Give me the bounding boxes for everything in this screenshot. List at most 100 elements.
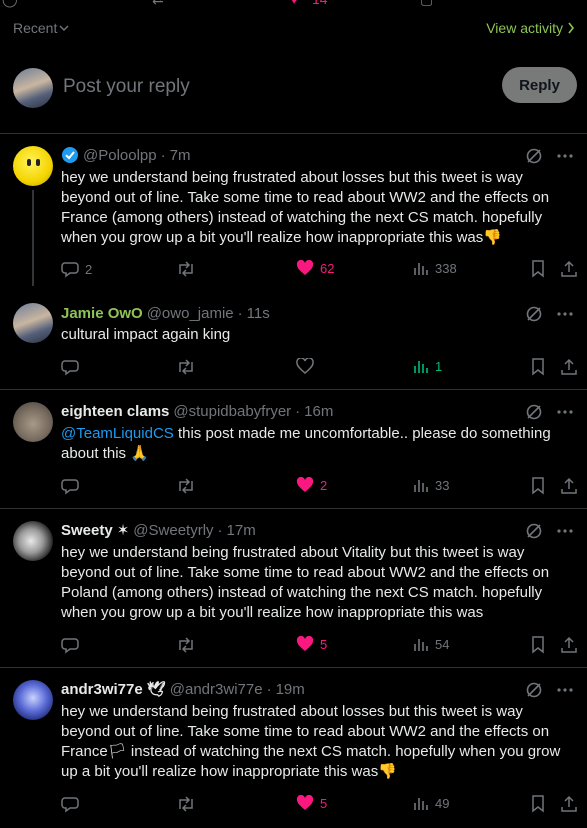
tweet-time[interactable]: 7m <box>170 147 191 164</box>
grok-icon[interactable] <box>525 305 543 323</box>
views-action[interactable]: 1 <box>413 358 442 374</box>
tweet-top-icons <box>525 305 573 323</box>
tweet-time[interactable]: 19m <box>276 681 305 698</box>
share-icon <box>561 260 577 277</box>
reply-input[interactable]: Post your reply <box>63 76 190 98</box>
reply-icon[interactable]: ◯ <box>2 0 18 8</box>
views-action[interactable]: 54 <box>413 636 449 652</box>
views-icon <box>414 361 428 373</box>
retweet-icon <box>179 637 193 653</box>
likes-count: 14 <box>312 0 328 7</box>
like-icon[interactable]: ♥ <box>290 0 298 7</box>
retweet-icon <box>179 359 193 375</box>
tweet-text: hey we understand being frustrated about… <box>61 702 573 782</box>
bookmark-action[interactable] <box>531 477 545 495</box>
tweet-actions: 1 <box>61 358 579 378</box>
bookmark-action[interactable] <box>531 358 545 376</box>
tweet-author-name[interactable]: Sweety <box>61 522 113 539</box>
retweet-action[interactable] <box>176 260 196 278</box>
tweet-handle[interactable]: @Sweetyrly <box>133 522 213 539</box>
bookmark-action[interactable] <box>531 636 545 654</box>
more-icon[interactable] <box>557 529 573 533</box>
bookmark-icon[interactable]: ▢ <box>420 0 433 8</box>
like-action[interactable]: 5 <box>296 795 327 811</box>
tweet-top-icons <box>525 403 573 421</box>
view-activity-link[interactable]: View activity <box>486 20 575 36</box>
reply-action[interactable] <box>61 795 79 813</box>
more-icon[interactable] <box>557 688 573 692</box>
like-count: 5 <box>320 795 328 811</box>
grok-icon[interactable] <box>525 522 543 540</box>
reply-icon <box>61 638 79 654</box>
view-count: 33 <box>435 477 450 493</box>
sort-label: Recent <box>13 20 58 36</box>
avatar[interactable] <box>13 68 53 108</box>
separator: · <box>237 304 243 322</box>
reply-action[interactable] <box>61 477 79 495</box>
avatar[interactable] <box>13 680 53 720</box>
like-count: 2 <box>320 477 328 493</box>
tweet-author-name[interactable]: Jamie OwO <box>61 305 143 322</box>
tweet-author-name[interactable]: eighteen clams <box>61 403 169 420</box>
views-action[interactable]: 49 <box>413 795 449 811</box>
reply-action[interactable] <box>61 636 79 654</box>
previous-tweet-actions: ◯ ⇄ ♥ 14 ▢ <box>0 0 587 10</box>
tweet-author-name[interactable]: andr3wi77e <box>61 681 143 698</box>
tweet-actions: 5 49 <box>61 795 579 815</box>
mention-link[interactable]: @TeamLiquidCS <box>61 425 174 442</box>
share-action[interactable] <box>561 636 577 654</box>
views-action[interactable]: 33 <box>413 477 449 493</box>
retweet-action[interactable] <box>176 636 196 654</box>
reply-icon <box>61 262 79 278</box>
retweet-action[interactable] <box>176 477 196 495</box>
bookmark-action[interactable] <box>531 795 545 813</box>
retweet-action[interactable] <box>176 358 196 376</box>
like-action[interactable]: 62 <box>296 260 334 276</box>
tweet-time[interactable]: 16m <box>304 403 333 420</box>
tweet-handle[interactable]: @Poloolpp <box>83 147 157 164</box>
name-badge: ✶ <box>116 522 130 539</box>
like-action[interactable]: 2 <box>296 477 327 493</box>
more-icon[interactable] <box>557 410 573 414</box>
retweet-icon[interactable]: ⇄ <box>152 0 164 8</box>
tweet[interactable]: @Poloolpp · 7m hey we understand being f… <box>0 134 587 286</box>
sort-dropdown[interactable]: Recent <box>13 20 69 36</box>
grok-icon[interactable] <box>525 147 543 165</box>
avatar[interactable] <box>13 146 53 186</box>
share-action[interactable] <box>561 358 577 376</box>
more-icon[interactable] <box>557 154 573 158</box>
avatar[interactable] <box>13 402 53 442</box>
share-action[interactable] <box>561 795 577 813</box>
avatar[interactable] <box>13 303 53 343</box>
more-icon[interactable] <box>557 312 573 316</box>
views-action[interactable]: 338 <box>413 260 457 276</box>
grok-icon[interactable] <box>525 681 543 699</box>
thread-line <box>32 190 34 286</box>
tweet-handle[interactable]: @owo_jamie <box>147 305 234 322</box>
tweet-time[interactable]: 11s <box>247 305 270 322</box>
retweet-action[interactable] <box>176 795 196 813</box>
grok-icon[interactable] <box>525 403 543 421</box>
tweet[interactable]: Sweety ✶ @Sweetyrly · 17m hey we underst… <box>0 509 587 667</box>
share-action[interactable] <box>561 260 577 278</box>
tweet[interactable]: andr3wi77e 🕊 @andr3wi77e · 19m hey we un… <box>0 668 587 828</box>
bookmark-action[interactable] <box>531 260 545 278</box>
reply-action[interactable] <box>61 358 79 376</box>
tweet-time[interactable]: 17m <box>227 522 256 539</box>
tweet[interactable]: Jamie OwO @owo_jamie · 11s cultural impa… <box>0 286 587 390</box>
reply-button[interactable]: Reply <box>502 67 577 103</box>
tweet-top-icons <box>525 147 573 165</box>
tweet-text: cultural impact again king <box>61 326 231 343</box>
tweet-body: hey we understand being frustrated about… <box>61 169 550 246</box>
tweet-handle[interactable]: @stupidbabyfryer <box>173 403 291 420</box>
like-count: 5 <box>320 636 328 652</box>
share-action[interactable] <box>561 477 577 495</box>
like-action[interactable] <box>296 358 314 374</box>
tweet[interactable]: eighteen clams @stupidbabyfryer · 16m @T… <box>0 390 587 508</box>
bookmark-icon <box>532 477 544 495</box>
avatar[interactable] <box>13 521 53 561</box>
reply-action[interactable]: 2 <box>61 260 92 278</box>
like-action[interactable]: 5 <box>296 636 327 652</box>
tweet-actions: 2 62 338 <box>61 260 579 280</box>
tweet-handle[interactable]: @andr3wi77e <box>170 681 263 698</box>
